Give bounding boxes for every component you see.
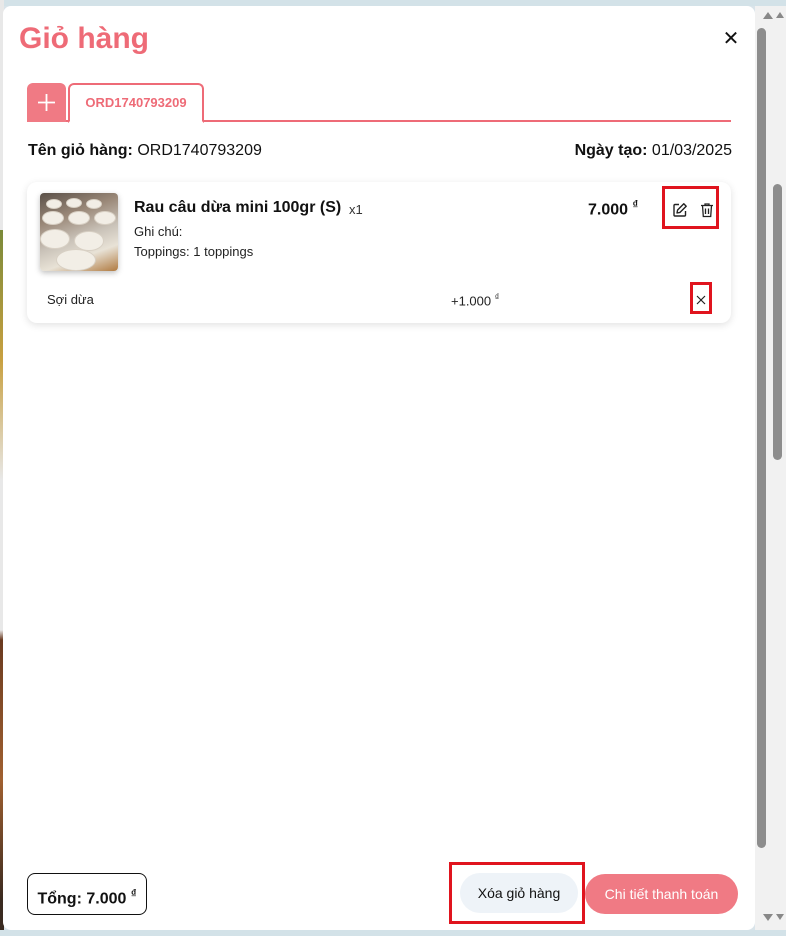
topping-price-currency: ₫ bbox=[494, 292, 500, 302]
page-background-bottom bbox=[0, 930, 786, 936]
delete-button[interactable] bbox=[699, 202, 715, 218]
close-icon bbox=[696, 295, 706, 305]
cart-info: Tên giỏ hàng: ORD1740793209 Ngày tạo: 01… bbox=[28, 142, 732, 162]
product-price-currency: ₫ bbox=[632, 199, 639, 211]
topping-price: +1.000 ₫ bbox=[451, 292, 499, 308]
plus-icon bbox=[38, 94, 55, 111]
topping-price-value: +1.000 bbox=[451, 293, 492, 309]
total-label: Tổng: bbox=[37, 890, 82, 908]
cart-item-card: Rau câu dừa mini 100gr (S) x1 7.000 ₫ Gh… bbox=[27, 182, 731, 323]
cart-date: Ngày tạo: 01/03/2025 bbox=[575, 142, 732, 160]
checkout-details-button[interactable]: Chi tiết thanh toán bbox=[585, 874, 738, 914]
total-currency: ₫ bbox=[130, 888, 137, 900]
product-quantity: x1 bbox=[349, 202, 363, 217]
scroll-thumb[interactable] bbox=[757, 28, 766, 848]
cart-name-value: ORD1740793209 bbox=[137, 142, 262, 159]
product-price: 7.000 ₫ bbox=[588, 199, 638, 219]
cart-total: Tổng: 7.000 ₫ bbox=[27, 873, 147, 915]
product-toppings-summary: Toppings: 1 toppings bbox=[134, 244, 254, 259]
tab-order[interactable]: ORD1740793209 bbox=[68, 83, 204, 123]
scroll-down-arrow[interactable] bbox=[763, 914, 773, 921]
trash-icon bbox=[701, 203, 713, 218]
page-scroll-thumb[interactable] bbox=[773, 184, 782, 460]
edit-button[interactable] bbox=[672, 202, 688, 218]
product-note: Ghi chú: bbox=[134, 224, 183, 239]
total-value: 7.000 bbox=[86, 890, 127, 908]
cart-modal: Giỏ hàng ✕ ORD1740793209 Tên giỏ hàng: O… bbox=[3, 6, 755, 930]
cart-tabs: ORD1740793209 bbox=[27, 82, 731, 123]
close-icon[interactable]: ✕ bbox=[721, 28, 741, 48]
remove-topping-button[interactable] bbox=[690, 282, 712, 314]
scrollbar[interactable] bbox=[755, 6, 786, 930]
product-name: Rau câu dừa mini 100gr (S) bbox=[134, 199, 342, 216]
topping-name: Sợi dừa bbox=[47, 292, 94, 307]
page-scroll-up-arrow[interactable] bbox=[776, 12, 784, 18]
edit-icon bbox=[673, 203, 687, 217]
clear-cart-button[interactable]: Xóa giỏ hàng bbox=[460, 873, 578, 913]
item-actions bbox=[662, 186, 719, 229]
cart-name-label: Tên giỏ hàng: bbox=[28, 142, 133, 159]
product-image bbox=[40, 193, 118, 271]
add-tab-button[interactable] bbox=[27, 83, 66, 122]
cart-name: Tên giỏ hàng: ORD1740793209 bbox=[28, 142, 262, 160]
cart-date-value: 01/03/2025 bbox=[651, 142, 732, 159]
page-scroll-down-arrow[interactable] bbox=[776, 914, 784, 920]
scroll-up-arrow[interactable] bbox=[763, 12, 773, 19]
modal-title: Giỏ hàng bbox=[19, 22, 149, 55]
cart-date-label: Ngày tạo: bbox=[574, 142, 648, 159]
product-price-value: 7.000 bbox=[588, 201, 629, 219]
clear-cart-highlight: Xóa giỏ hàng bbox=[449, 862, 585, 924]
